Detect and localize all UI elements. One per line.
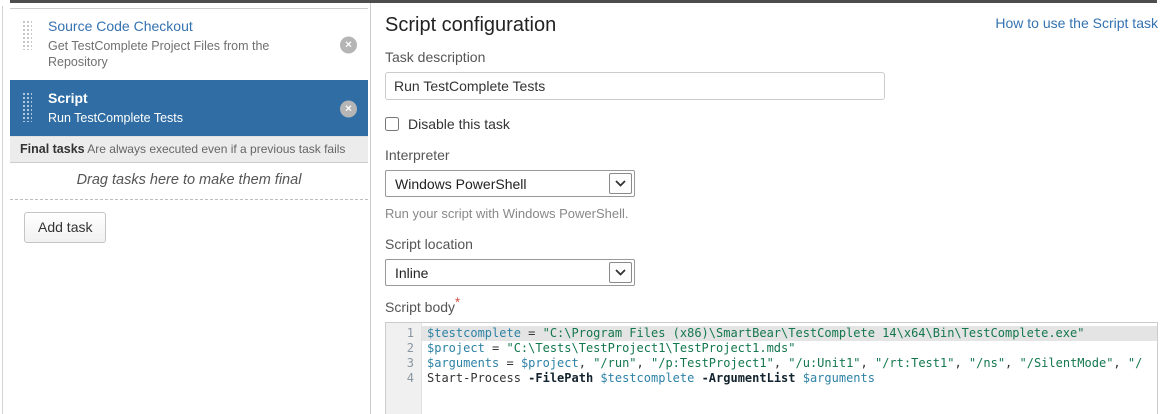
script-location-label: Script location xyxy=(385,236,1158,252)
script-editor[interactable]: 1234 $testcomplete = "C:\Program Files (… xyxy=(385,322,1158,414)
task-card-script[interactable]: Script Run TestComplete Tests ✕ xyxy=(10,80,368,136)
interpreter-label: Interpreter xyxy=(385,147,1158,163)
code-line[interactable]: $arguments = $project, "/run", "/p:TestP… xyxy=(422,356,1157,371)
disable-task-label[interactable]: Disable this task xyxy=(408,116,510,132)
task-card-source-code-checkout[interactable]: Source Code Checkout Get TestComplete Pr… xyxy=(10,8,368,80)
disable-task-row: Disable this task xyxy=(385,116,1158,132)
drag-handle-icon[interactable] xyxy=(22,20,32,50)
interpreter-select[interactable]: Windows PowerShell xyxy=(385,170,635,197)
drag-handle-icon[interactable] xyxy=(22,92,32,122)
chevron-down-icon[interactable] xyxy=(609,262,632,283)
task-description-input[interactable] xyxy=(385,72,885,100)
required-marker: * xyxy=(455,294,460,309)
line-number: 2 xyxy=(386,341,414,356)
editor-gutter: 1234 xyxy=(386,323,422,414)
final-tasks-header: Final tasks Are always executed even if … xyxy=(10,136,368,163)
code-line[interactable]: Start-Process -FilePath $testcomplete -A… xyxy=(422,371,1157,386)
remove-task-icon[interactable]: ✕ xyxy=(340,100,357,117)
interpreter-helper-text: Run your script with Windows PowerShell. xyxy=(385,206,1158,221)
task-subtitle: Run TestComplete Tests xyxy=(48,110,328,126)
task-title[interactable]: Script xyxy=(48,90,328,107)
code-line[interactable]: $testcomplete = "C:\Program Files (x86)\… xyxy=(422,326,1157,341)
final-tasks-dropzone[interactable]: Drag tasks here to make them final xyxy=(10,163,368,200)
final-tasks-label: Final tasks xyxy=(20,142,85,156)
task-configuration-page: Source Code Checkout Get TestComplete Pr… xyxy=(0,0,1176,414)
task-description-label: Task description xyxy=(385,49,1158,65)
page-left-border xyxy=(2,6,3,414)
panel-header: Script configuration How to use the Scri… xyxy=(385,12,1158,38)
sidebar-main-divider xyxy=(370,3,371,414)
code-line[interactable]: $project = "C:\Tests\TestProject1\TestPr… xyxy=(422,341,1157,356)
editor-code[interactable]: $testcomplete = "C:\Program Files (x86)\… xyxy=(422,323,1157,414)
task-subtitle: Get TestComplete Project Files from the … xyxy=(48,38,328,70)
remove-task-icon[interactable]: ✕ xyxy=(340,36,357,53)
script-body-label: Script body xyxy=(385,299,455,315)
task-title[interactable]: Source Code Checkout xyxy=(48,18,328,35)
top-divider xyxy=(10,0,1157,3)
script-body-label-row: Script body* xyxy=(385,299,1158,315)
interpreter-selected-value: Windows PowerShell xyxy=(395,176,527,192)
script-location-select[interactable]: Inline xyxy=(385,259,635,286)
help-link[interactable]: How to use the Script task xyxy=(995,15,1158,31)
page-title: Script configuration xyxy=(385,12,556,38)
line-number: 4 xyxy=(386,371,414,386)
script-location-selected-value: Inline xyxy=(395,265,428,281)
task-list-sidebar: Source Code Checkout Get TestComplete Pr… xyxy=(10,8,368,243)
final-tasks-hint: Are always executed even if a previous t… xyxy=(87,142,345,156)
line-number: 3 xyxy=(386,356,414,371)
disable-task-checkbox[interactable] xyxy=(385,117,399,131)
line-number: 1 xyxy=(386,326,414,341)
chevron-down-icon[interactable] xyxy=(609,173,632,194)
add-task-button[interactable]: Add task xyxy=(24,212,106,243)
script-configuration-panel: Script configuration How to use the Scri… xyxy=(385,12,1158,414)
